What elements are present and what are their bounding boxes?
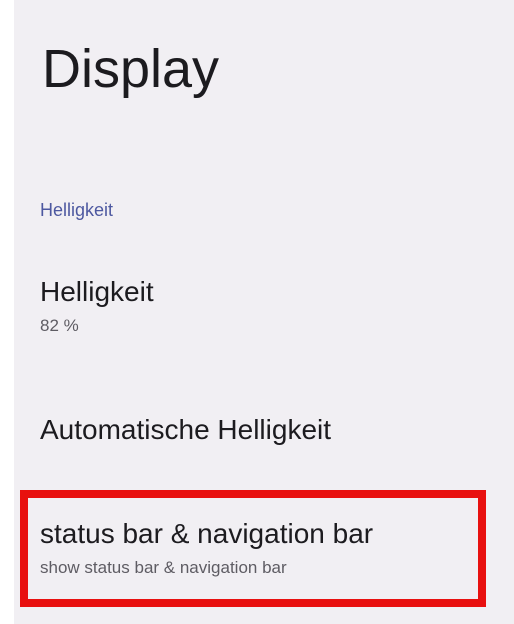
brightness-value: 82 % — [40, 316, 79, 335]
auto-brightness-preference[interactable]: Automatische Helligkeit — [40, 414, 480, 446]
brightness-preference[interactable]: Helligkeit 82 % — [40, 276, 480, 336]
status-navigation-bar-preference[interactable]: status bar & navigation bar show status … — [40, 518, 480, 578]
page-title: Display — [42, 39, 220, 99]
brightness-title: Helligkeit — [40, 276, 154, 307]
section-header-brightness: Helligkeit — [40, 200, 114, 220]
status-navigation-bar-summary: show status bar & navigation bar — [40, 558, 287, 577]
status-navigation-bar-title: status bar & navigation bar — [40, 518, 374, 549]
auto-brightness-title: Automatische Helligkeit — [40, 414, 332, 445]
settings-screen: Display Helligkeit Helligkeit 82 % Autom… — [14, 0, 514, 624]
